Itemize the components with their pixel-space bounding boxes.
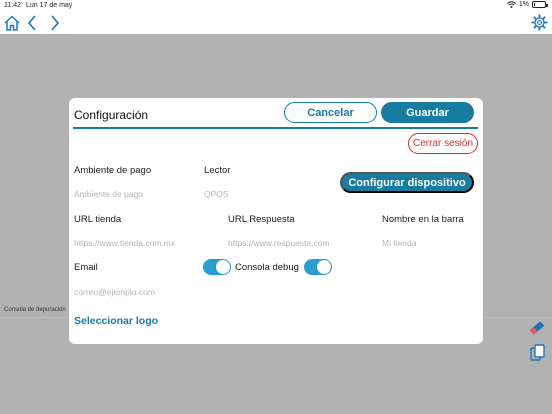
email-input[interactable] [74, 285, 194, 299]
back-chevron-icon[interactable] [26, 14, 38, 32]
logout-button[interactable]: Cerrar sesión [408, 133, 478, 154]
wifi-icon [507, 1, 516, 8]
status-date: Lun 17 de may [26, 2, 73, 9]
debug-console-section-label: Consola de depuración [4, 307, 66, 313]
bar-name-label: Nombre en la barra [382, 214, 464, 225]
battery-icon [532, 1, 548, 8]
eraser-icon[interactable] [528, 320, 546, 336]
nav-bar [0, 12, 552, 34]
bar-name-input[interactable] [382, 236, 477, 250]
reader-input[interactable] [204, 187, 314, 201]
email-label: Email [74, 262, 98, 273]
dialog-title: Configuración [74, 108, 149, 122]
payment-env-label: Ambiente de pago [74, 165, 152, 176]
cancel-button[interactable]: Cancelar [284, 102, 377, 123]
title-divider [73, 127, 478, 129]
reader-label: Lector [204, 165, 231, 176]
email-toggle[interactable] [203, 259, 231, 275]
debug-console-label: Consola debug [235, 262, 299, 273]
configuration-dialog: Configuración Cancelar Guardar Cerrar se… [69, 98, 483, 344]
response-url-label: URL Respuesta [228, 214, 295, 225]
store-url-label: URL tienda [74, 214, 122, 225]
payment-env-input[interactable] [74, 187, 194, 201]
forward-chevron-icon[interactable] [49, 14, 61, 32]
status-right: 1% [507, 1, 548, 8]
gear-icon[interactable] [531, 14, 548, 31]
response-url-input[interactable] [228, 236, 348, 250]
select-logo-link[interactable]: Seleccionar logo [74, 315, 158, 327]
battery-percent: 1% [518, 1, 529, 8]
copy-icon[interactable] [530, 344, 546, 362]
store-url-input[interactable] [74, 236, 194, 250]
configure-device-button[interactable]: Configurar dispositivo [340, 172, 474, 193]
debug-console-toggle[interactable] [304, 259, 332, 275]
status-bar: 11:42 Lun 17 de may 1% [0, 0, 552, 12]
status-time: 11:42 [4, 2, 21, 9]
home-icon[interactable] [3, 14, 21, 32]
save-button[interactable]: Guardar [381, 102, 474, 123]
